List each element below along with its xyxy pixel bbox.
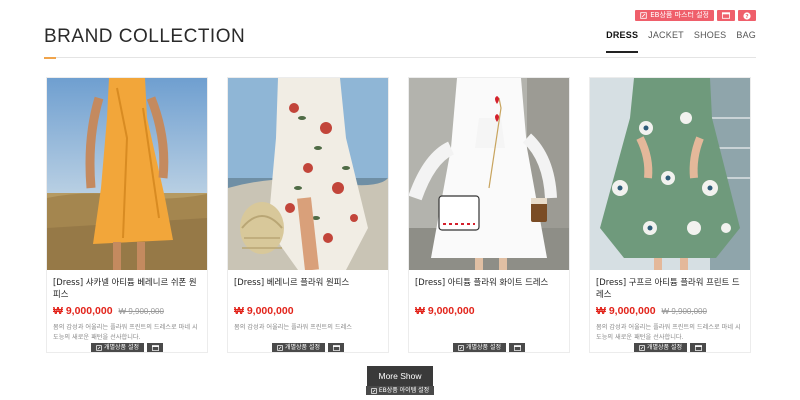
tab-jacket[interactable]: JACKET — [648, 30, 684, 52]
product-description: 봄의 감성과 어울리는 플라워 프린트의 드레스로 마네 시도능의 새로운 패턴… — [596, 324, 741, 341]
item-admin-bar: 개별상품 설정 — [409, 343, 569, 352]
window-button[interactable] — [509, 343, 526, 352]
category-tabs: DRESS JACKET SHOES BAG — [606, 30, 756, 53]
item-settings-button[interactable]: 개별상품 설정 — [452, 343, 507, 352]
item-settings-label: 개별상품 설정 — [646, 344, 683, 351]
edit-icon — [639, 344, 645, 351]
title-accent-line — [44, 57, 56, 59]
edit-icon — [277, 344, 283, 351]
more-section: More Show EB상품 아이템 설정 — [0, 366, 800, 395]
product-old-price: ₩ 9,900,000 — [118, 307, 164, 316]
product-card[interactable]: [Dress] 베레니르 플라워 원피스 ₩ 9,000,000 봄의 감성과 … — [227, 77, 389, 353]
item-list-settings-button[interactable]: EB상품 아이템 설정 — [365, 386, 435, 395]
tab-dress[interactable]: DRESS — [606, 30, 639, 53]
item-settings-button[interactable]: 개별상품 설정 — [633, 343, 688, 352]
product-price: ₩ 9,000,000 — [415, 305, 475, 317]
item-settings-button[interactable]: 개별상품 설정 — [271, 343, 326, 352]
help-icon: ? — [743, 11, 751, 20]
item-settings-label: 개별상품 설정 — [465, 344, 502, 351]
window-icon — [332, 344, 340, 351]
item-list-settings-label: EB상품 아이템 설정 — [378, 387, 430, 394]
svg-text:?: ? — [745, 14, 748, 20]
tab-bag[interactable]: BAG — [736, 30, 756, 52]
edit-icon — [458, 344, 464, 351]
collection-header: BRAND COLLECTION DRESS JACKET SHOES BAG — [44, 20, 756, 59]
product-name[interactable]: [Dress] 구프르 아티튬 플라워 프린트 드레스 — [596, 276, 744, 302]
window-button[interactable] — [690, 343, 707, 352]
product-old-price: ₩ 9,900,000 — [661, 307, 707, 316]
product-image[interactable] — [228, 78, 388, 270]
product-grid: [Dress] 샤카넬 아티튬 베레니르 쉬폰 원피스 ₩ 9,000,000 … — [46, 77, 751, 353]
item-settings-label: 개별상품 설정 — [103, 344, 140, 351]
item-admin-bar: 개별상품 설정 — [590, 343, 750, 352]
product-card[interactable]: [Dress] 구프르 아티튬 플라워 프린트 드레스 ₩ 9,000,000 … — [589, 77, 751, 353]
product-description: 봄의 감성과 어울리는 플라워 프린트의 드레스로 마네 시도능의 새로운 패턴… — [53, 324, 198, 341]
product-image[interactable] — [590, 78, 750, 270]
product-name[interactable]: [Dress] 샤카넬 아티튬 베레니르 쉬폰 원피스 — [53, 276, 201, 302]
item-admin-bar: 개별상품 설정 — [228, 343, 388, 352]
product-image[interactable] — [409, 78, 569, 270]
product-price: ₩ 9,000,000 — [596, 305, 656, 317]
tab-shoes[interactable]: SHOES — [694, 30, 727, 52]
more-show-button[interactable]: More Show — [367, 366, 433, 386]
product-card[interactable]: [Dress] 샤카넬 아티튬 베레니르 쉬폰 원피스 ₩ 9,000,000 … — [46, 77, 208, 353]
product-price: ₩ 9,000,000 — [234, 305, 294, 317]
edit-icon — [96, 344, 102, 351]
window-button[interactable] — [328, 343, 345, 352]
edit-icon — [371, 387, 377, 394]
product-price: ₩ 9,000,000 — [53, 305, 113, 317]
window-icon — [513, 344, 521, 351]
product-name[interactable]: [Dress] 베레니르 플라워 원피스 — [234, 276, 382, 302]
product-description — [415, 323, 563, 343]
product-image[interactable] — [47, 78, 207, 270]
window-icon — [151, 344, 159, 351]
window-icon — [722, 12, 730, 19]
window-icon — [694, 344, 702, 351]
product-description: 봄의 감성과 어울리는 플라워 프린트의 드레스 — [234, 324, 352, 331]
product-card[interactable]: [Dress] 아티튬 플라워 화이트 드레스 ₩ 9,000,000 개별상품… — [408, 77, 570, 353]
page-title: BRAND COLLECTION — [44, 26, 246, 47]
item-settings-label: 개별상품 설정 — [284, 344, 321, 351]
product-name[interactable]: [Dress] 아티튬 플라워 화이트 드레스 — [415, 276, 563, 302]
item-admin-bar: 개별상품 설정 — [47, 343, 207, 352]
window-button[interactable] — [147, 343, 164, 352]
edit-icon — [640, 12, 647, 19]
item-settings-button[interactable]: 개별상품 설정 — [90, 343, 145, 352]
